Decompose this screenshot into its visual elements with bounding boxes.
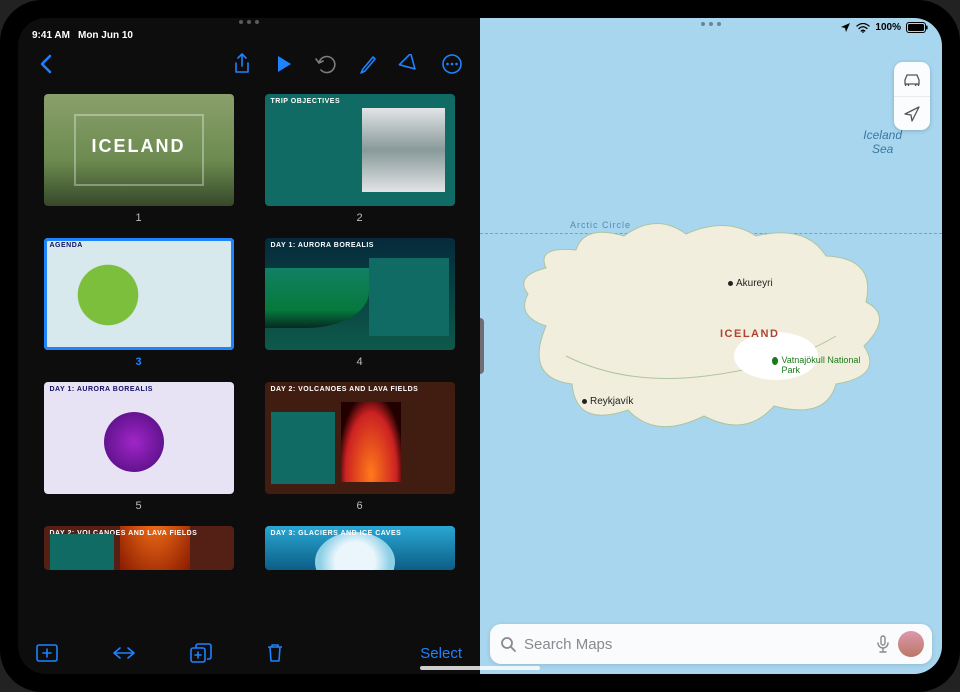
split-view-handle[interactable] (480, 318, 484, 374)
slide-thumb-3[interactable]: AGENDA 3 (42, 238, 235, 378)
status-bar-right: 100% (840, 22, 928, 33)
slide-number: 6 (356, 500, 362, 512)
format-button[interactable] (348, 44, 388, 84)
add-slide-button[interactable] (36, 643, 58, 663)
avatar[interactable] (898, 631, 924, 657)
play-button[interactable] (264, 44, 304, 84)
slide-thumb-2[interactable]: TRIP OBJECTIVES 2 (263, 94, 456, 234)
slide-number: 2 (356, 212, 362, 224)
wifi-icon (856, 23, 870, 33)
city-akureyri[interactable]: Akureyri (728, 278, 773, 289)
slide-title: TRIP OBJECTIVES (271, 98, 341, 105)
slide-thumb-8[interactable]: DAY 3: GLACIERS AND ICE CAVES (263, 526, 456, 570)
slide-thumb-1[interactable]: ICELAND 1 (42, 94, 235, 234)
slide-title: DAY 2: VOLCANOES AND LAVA FIELDS (271, 386, 419, 393)
slide-thumb-4[interactable]: DAY 1: AURORA BOREALIS 4 (263, 238, 456, 378)
delete-button[interactable] (266, 643, 284, 663)
map-controls (894, 62, 930, 130)
skip-slide-button[interactable] (112, 643, 136, 663)
sea-label: Iceland Sea (863, 128, 902, 156)
battery-icon (906, 22, 928, 33)
slide-number: 5 (135, 500, 141, 512)
keynote-top-toolbar (18, 42, 480, 86)
maps-search-bar[interactable]: Search Maps (490, 624, 932, 664)
map-canvas[interactable]: Iceland Sea Arctic Circle ICELAND Reykja… (480, 18, 942, 674)
split-view-screen: 9:41 AM Mon Jun 10 ICELAND 1 TRIP OBJECT… (18, 18, 942, 674)
back-button[interactable] (26, 44, 66, 84)
slide-title: AGENDA (50, 242, 83, 249)
city-reykjavik[interactable]: Reykjavík (582, 396, 633, 407)
status-bar-left: 9:41 AM Mon Jun 10 (18, 24, 480, 42)
slide-title: ICELAND (44, 136, 234, 157)
arctic-label: Arctic Circle (570, 220, 631, 230)
slide-title: DAY 3: GLACIERS AND ICE CAVES (271, 530, 402, 537)
country-label: ICELAND (720, 328, 779, 340)
keynote-bottom-toolbar: Select (18, 632, 480, 674)
home-indicator[interactable] (420, 666, 540, 670)
battery-percent: 100% (875, 22, 901, 33)
status-date: Mon Jun 10 (78, 30, 133, 41)
slide-number: 1 (135, 212, 141, 224)
slide-thumb-7[interactable]: DAY 2: VOLCANOES AND LAVA FIELDS (42, 526, 235, 570)
select-button[interactable]: Select (420, 645, 462, 662)
ipad-frame: 9:41 AM Mon Jun 10 ICELAND 1 TRIP OBJECT… (0, 0, 960, 692)
status-time: 9:41 AM (32, 30, 70, 41)
maps-app[interactable]: 100% Iceland Sea Arctic Circle ICELAND R… (480, 18, 942, 674)
park-vatnajokull[interactable]: Vatnajökull National Park (772, 356, 862, 376)
undo-button[interactable] (306, 44, 346, 84)
slide-thumb-6[interactable]: DAY 2: VOLCANOES AND LAVA FIELDS 6 (263, 382, 456, 522)
search-placeholder: Search Maps (524, 636, 868, 653)
duplicate-button[interactable] (190, 643, 212, 663)
slide-number: 3 (135, 356, 141, 368)
slide-thumb-5[interactable]: DAY 1: AURORA BOREALIS 5 (42, 382, 235, 522)
more-button[interactable] (432, 44, 472, 84)
iceland-landmass (506, 206, 894, 444)
slide-number: 4 (356, 356, 362, 368)
dictation-icon[interactable] (876, 635, 890, 653)
slide-title: DAY 1: AURORA BOREALIS (271, 242, 374, 249)
search-icon (500, 636, 516, 652)
share-button[interactable] (222, 44, 262, 84)
keynote-app: 9:41 AM Mon Jun 10 ICELAND 1 TRIP OBJECT… (18, 18, 480, 674)
insert-button[interactable] (390, 44, 430, 84)
driving-mode-button[interactable] (894, 62, 930, 96)
multitask-dots-right[interactable] (701, 22, 721, 26)
location-icon (840, 22, 851, 33)
slide-title: DAY 1: AURORA BOREALIS (50, 386, 153, 393)
slides-grid: ICELAND 1 TRIP OBJECTIVES 2 AGENDA 3 DAY… (18, 86, 480, 632)
locate-me-button[interactable] (894, 96, 930, 130)
